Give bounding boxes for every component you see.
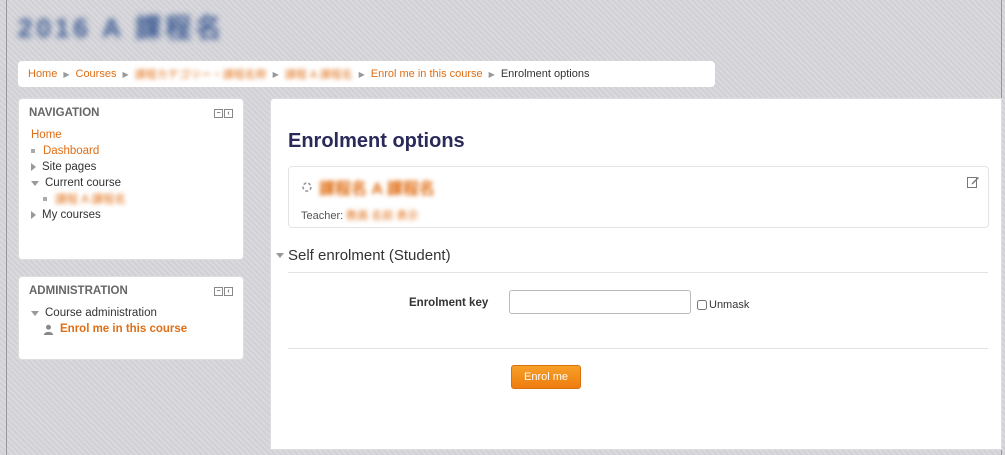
course-teacher: Teacher: 教員 名前 表示: [301, 207, 418, 223]
breadcrumb-separator-icon: ▶: [488, 69, 495, 79]
administration-block: ADMINISTRATION − ‹ Course administration…: [18, 276, 244, 360]
form-divider: [288, 348, 988, 349]
course-name-text: 課程名 A 課程名: [319, 181, 435, 198]
course-name[interactable]: 課程名 A 課程名: [301, 175, 435, 199]
nav-item-current-course[interactable]: Current course: [31, 175, 231, 191]
bullet-icon: [31, 149, 35, 153]
main-content: Enrolment options 課程名 A 課程名 Teacher: 教員 …: [270, 98, 1002, 450]
administration-block-header: ADMINISTRATION − ‹: [19, 277, 243, 305]
navigation-block: NAVIGATION − ‹ Home Dashboard Site pages…: [18, 98, 244, 260]
breadcrumb-separator-icon: ▶: [272, 69, 279, 79]
breadcrumb-course[interactable]: 課程 A 課程名: [285, 66, 353, 82]
course-info-box: 課程名 A 課程名 Teacher: 教員 名前 表示: [288, 166, 989, 228]
breadcrumb-enrol[interactable]: Enrol me in this course: [371, 68, 483, 80]
admin-item-course-administration[interactable]: Course administration: [31, 305, 231, 321]
breadcrumb: Home ▶ Courses ▶ 課程カテゴリー・課程名称 ▶ 課程 A 課程名…: [18, 61, 715, 87]
navigation-block-title: NAVIGATION: [29, 107, 100, 119]
block-controls: − ‹: [214, 108, 233, 118]
admin-item-course-administration-label: Course administration: [45, 307, 157, 319]
nav-item-home[interactable]: Home: [31, 127, 231, 143]
bullet-icon: [43, 197, 47, 201]
collapse-arrow-icon: [276, 253, 284, 258]
nav-item-my-courses[interactable]: My courses: [31, 207, 231, 223]
block-controls: − ‹: [214, 286, 233, 296]
nav-item-current-course-label: Current course: [45, 177, 122, 189]
administration-block-title: ADMINISTRATION: [29, 285, 128, 297]
expand-arrow-icon: [31, 163, 36, 171]
admin-item-enrol-me-label: Enrol me in this course: [60, 323, 188, 335]
breadcrumb-category[interactable]: 課程カテゴリー・課程名称: [135, 66, 267, 82]
nav-item-course[interactable]: 課程 A 課程名: [31, 191, 231, 207]
administration-tree: Course administration Enrol me in this c…: [19, 305, 243, 337]
collapse-arrow-icon: [31, 310, 39, 316]
breadcrumb-courses[interactable]: Courses: [76, 68, 117, 80]
teacher-name[interactable]: 教員 名前 表示: [346, 207, 418, 223]
navigation-tree: Home Dashboard Site pages Current course…: [19, 127, 243, 223]
expand-arrow-icon: [31, 211, 36, 219]
teacher-label: Teacher:: [301, 210, 344, 222]
enrol-me-button[interactable]: Enrol me: [511, 365, 581, 389]
breadcrumb-current: Enrolment options: [500, 68, 590, 80]
enrolment-key-label: Enrolment key: [409, 297, 489, 309]
breadcrumb-separator-icon: ▶: [358, 69, 365, 79]
navigation-block-header: NAVIGATION − ‹: [19, 99, 243, 127]
nav-item-course-label: 課程 A 課程名: [55, 194, 126, 206]
nav-item-my-courses-label: My courses: [42, 209, 101, 221]
collapse-icon[interactable]: −: [214, 286, 223, 296]
site-title[interactable]: 2016 A 課程名: [18, 8, 225, 46]
unmask-label: Unmask: [709, 299, 750, 311]
user-icon: [43, 324, 54, 335]
section-toggle[interactable]: Self enrolment (Student): [276, 247, 451, 264]
enrolment-key-input[interactable]: [509, 290, 691, 314]
nav-item-site-pages-label: Site pages: [42, 161, 97, 173]
course-icon: [302, 182, 312, 192]
site-title-text: 2016 A 課程名: [18, 13, 226, 43]
collapse-arrow-icon: [31, 180, 39, 186]
dock-icon[interactable]: ‹: [224, 108, 233, 118]
nav-item-site-pages[interactable]: Site pages: [31, 159, 231, 175]
breadcrumb-separator-icon: ▶: [122, 69, 129, 79]
edit-icon[interactable]: [966, 175, 980, 189]
admin-item-enrol-me[interactable]: Enrol me in this course: [31, 321, 231, 337]
nav-item-dashboard-label: Dashboard: [43, 145, 100, 157]
section-title: Self enrolment (Student): [288, 247, 451, 264]
unmask-toggle[interactable]: Unmask: [697, 299, 749, 311]
nav-item-dashboard[interactable]: Dashboard: [31, 143, 231, 159]
unmask-checkbox[interactable]: [697, 300, 707, 310]
breadcrumb-separator-icon: ▶: [63, 69, 70, 79]
page-title: Enrolment options: [288, 130, 465, 152]
section-divider: [288, 272, 988, 273]
breadcrumb-home[interactable]: Home: [28, 68, 57, 80]
dock-icon[interactable]: ‹: [224, 286, 233, 296]
nav-item-home-label: Home: [31, 129, 62, 141]
collapse-icon[interactable]: −: [214, 108, 223, 118]
